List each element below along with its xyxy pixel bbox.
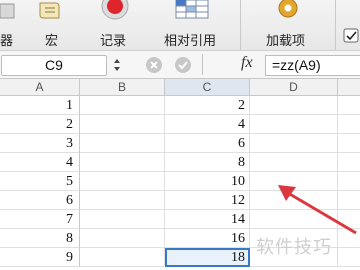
cell-c[interactable]: 8 xyxy=(165,153,250,172)
add-ins-button[interactable]: 加载项 xyxy=(262,0,314,50)
cell-a[interactable]: 9 xyxy=(0,248,80,267)
cell-d[interactable] xyxy=(250,115,338,134)
spreadsheet-grid: A B C D 1 2 2 4 3 6 4 8 5 10 6 12 7 14 8 16 9 18 软件技巧 xyxy=(0,79,360,270)
cell-c[interactable]: 10 xyxy=(165,172,250,191)
cell-d[interactable] xyxy=(250,96,338,115)
column-header-e[interactable] xyxy=(338,79,360,96)
cell-a[interactable]: 7 xyxy=(0,210,80,229)
cell-d[interactable] xyxy=(250,134,338,153)
cell-e[interactable] xyxy=(338,248,360,267)
record-macro-button[interactable]: 记录 xyxy=(93,0,138,50)
macro-scroll-icon xyxy=(39,2,60,19)
cell-e[interactable] xyxy=(338,153,360,172)
cell-b[interactable] xyxy=(80,115,165,134)
cell-a[interactable]: 6 xyxy=(0,191,80,210)
ribbon-item-partial[interactable]: 器 xyxy=(0,0,22,50)
cell-c[interactable]: 16 xyxy=(165,229,250,248)
formula-bar-separator xyxy=(202,54,203,75)
cell-b[interactable] xyxy=(80,134,165,153)
cell-a[interactable]: 4 xyxy=(0,153,80,172)
cell-b[interactable] xyxy=(80,96,165,115)
record-icon xyxy=(101,0,129,20)
cell-c[interactable]: 18 xyxy=(165,248,250,267)
cell-c[interactable]: 14 xyxy=(165,210,250,229)
cell-a[interactable]: 5 xyxy=(0,172,80,191)
fx-label[interactable]: fx xyxy=(241,54,253,72)
cell-c[interactable]: 2 xyxy=(165,96,250,115)
ribbon-separator xyxy=(240,0,241,50)
stepper-icon[interactable] xyxy=(112,57,122,73)
arrow-annotation xyxy=(278,185,357,235)
column-header-c[interactable]: C xyxy=(165,79,250,96)
column-header-a[interactable]: A xyxy=(0,79,80,96)
relative-reference-button[interactable]: 相对引用 xyxy=(160,0,226,50)
ribbon-separator xyxy=(335,0,336,50)
formula-bar: C9 fx =zz(A9) xyxy=(0,51,360,79)
name-box[interactable]: C9 xyxy=(1,55,107,76)
formula-input[interactable]: =zz(A9) xyxy=(265,55,360,76)
cell-b[interactable] xyxy=(80,248,165,267)
cell-c[interactable]: 6 xyxy=(165,134,250,153)
column-header-d[interactable]: D xyxy=(250,79,338,96)
cell-c[interactable]: 12 xyxy=(165,191,250,210)
cancel-icon[interactable] xyxy=(145,56,163,74)
cell-a[interactable]: 8 xyxy=(0,229,80,248)
cell-b[interactable] xyxy=(80,191,165,210)
ribbon: 器 宏 记录 相对引用 加载项 xyxy=(0,0,360,51)
cell-a[interactable]: 3 xyxy=(0,134,80,153)
macros-button[interactable]: 宏 xyxy=(30,0,70,50)
relative-reference-icon xyxy=(175,0,209,19)
cell-a[interactable]: 2 xyxy=(0,115,80,134)
cell-b[interactable] xyxy=(80,153,165,172)
partial-icon xyxy=(0,3,15,19)
cell-c[interactable]: 4 xyxy=(165,115,250,134)
ribbon-checkbox[interactable] xyxy=(343,28,360,44)
column-header-b[interactable]: B xyxy=(80,79,165,96)
cell-e[interactable] xyxy=(338,115,360,134)
cell-b[interactable] xyxy=(80,210,165,229)
checkbox-icon xyxy=(343,28,359,43)
cell-b[interactable] xyxy=(80,172,165,191)
cell-b[interactable] xyxy=(80,229,165,248)
enter-icon[interactable] xyxy=(174,56,192,74)
cell-e[interactable] xyxy=(338,134,360,153)
cell-a[interactable]: 1 xyxy=(0,96,80,115)
cell-d[interactable] xyxy=(250,153,338,172)
gear-icon xyxy=(278,0,298,18)
cell-e[interactable] xyxy=(338,96,360,115)
